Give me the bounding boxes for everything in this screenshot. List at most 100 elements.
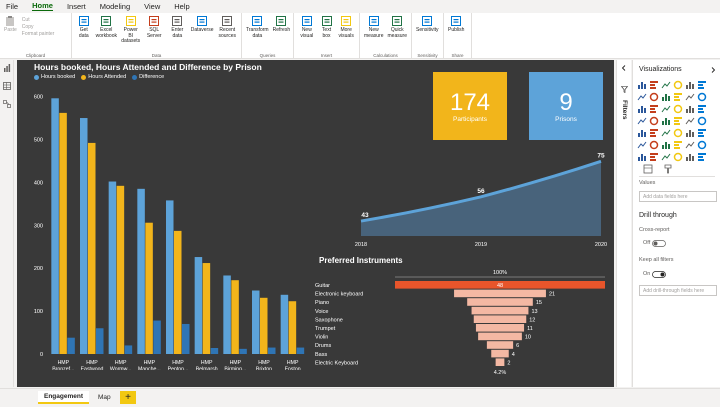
filters-pane[interactable]: Filters: [616, 60, 631, 387]
visual-type-icon[interactable]: [685, 104, 695, 114]
visual-type-icon[interactable]: [697, 128, 707, 138]
menu-file[interactable]: File: [6, 2, 18, 11]
visual-type-icon[interactable]: [649, 152, 659, 162]
menu-modeling[interactable]: Modeling: [100, 2, 130, 11]
bar-hours-attended: [59, 112, 67, 354]
report-view-icon[interactable]: [3, 64, 11, 72]
visual-type-icon[interactable]: [661, 116, 671, 126]
visual-type-icon[interactable]: [661, 104, 671, 114]
visual-type-icon[interactable]: [685, 140, 695, 150]
transform-data-label: Transform data: [246, 27, 269, 39]
visual-type-icon[interactable]: [685, 116, 695, 126]
dataverse-button[interactable]: Dataverse: [189, 15, 216, 50]
visual-type-icon[interactable]: [637, 92, 647, 102]
visual-type-icon[interactable]: [697, 80, 707, 90]
add-page-button[interactable]: +: [120, 391, 136, 404]
tab-map[interactable]: Map: [92, 391, 117, 404]
more-visuals-icon: [341, 16, 352, 26]
refresh-button[interactable]: Refresh: [271, 15, 293, 50]
visual-type-icon[interactable]: [649, 128, 659, 138]
visual-type-icon[interactable]: [697, 152, 707, 162]
menu-help[interactable]: Help: [174, 2, 189, 11]
bar-hours-attended: [145, 222, 153, 354]
visual-type-icon[interactable]: [661, 80, 671, 90]
visual-type-icon[interactable]: [673, 152, 683, 162]
keep-filters-toggle[interactable]: [652, 271, 666, 278]
participants-area-chart[interactable]: 43 2018 56 2019 75 2020: [333, 144, 613, 254]
tab-engagement[interactable]: Engagement: [38, 391, 90, 404]
visual-type-icon[interactable]: [673, 104, 683, 114]
values-drop-zone[interactable]: Add data fields here: [639, 191, 717, 202]
funnel-category-label: Bass: [315, 352, 327, 358]
visual-type-icon[interactable]: [661, 128, 671, 138]
power-bi-datasets-button[interactable]: Power BI datasets: [119, 15, 143, 50]
data-view-icon[interactable]: [3, 82, 11, 90]
visual-type-icon[interactable]: [673, 140, 683, 150]
text-box-button[interactable]: Text box: [318, 15, 336, 50]
format-tab-icon[interactable]: [663, 164, 673, 174]
participants-card[interactable]: 174 Participants: [433, 72, 507, 140]
visual-type-icon[interactable]: [637, 80, 647, 90]
visual-type-icon[interactable]: [685, 80, 695, 90]
transform-data-button[interactable]: Transform data: [244, 15, 271, 50]
sql-server-button[interactable]: SQL Server: [142, 15, 166, 50]
visual-type-icon[interactable]: [673, 80, 683, 90]
chevron-right-icon[interactable]: [710, 67, 716, 73]
get-data-button[interactable]: Get data: [74, 15, 94, 50]
power-bi-datasets-icon: [125, 16, 136, 26]
visual-type-icon[interactable]: [673, 128, 683, 138]
visual-type-icon[interactable]: [637, 128, 647, 138]
new-measure-button[interactable]: New measure: [362, 15, 386, 50]
prisons-card[interactable]: 9 Prisons: [529, 72, 603, 140]
bar-difference: [210, 347, 219, 354]
publish-button[interactable]: Publish: [446, 15, 466, 50]
quick-measure-button[interactable]: Quick measure: [386, 15, 410, 50]
visual-type-icon[interactable]: [649, 140, 659, 150]
visual-type-icon[interactable]: [697, 92, 707, 102]
cross-report-toggle[interactable]: [652, 240, 666, 247]
visual-type-icon[interactable]: [685, 152, 695, 162]
visual-type-icon[interactable]: [637, 140, 647, 150]
drill-through-drop-zone[interactable]: Add drill-through fields here: [639, 285, 717, 296]
visual-type-icon[interactable]: [673, 116, 683, 126]
visual-type-icon[interactable]: [649, 116, 659, 126]
visual-type-icon[interactable]: [649, 80, 659, 90]
y-tick-label: 200: [34, 266, 43, 272]
format-painter-button[interactable]: Format painter: [22, 31, 55, 38]
instruments-funnel-chart[interactable]: 100% Guitar 48 Electronic keyboard 21 Piano 15…: [307, 265, 607, 387]
visual-type-icon[interactable]: [661, 140, 671, 150]
visual-type-icon[interactable]: [637, 116, 647, 126]
visual-type-icon[interactable]: [697, 116, 707, 126]
enter-data-button[interactable]: Enter data: [166, 15, 189, 50]
visual-type-icon[interactable]: [637, 104, 647, 114]
excel-workbook-button[interactable]: Excel workbook: [94, 15, 119, 50]
bar-hours-attended: [116, 185, 125, 354]
area-data-label: 43: [361, 212, 369, 219]
visual-type-icon[interactable]: [661, 152, 671, 162]
cut-button[interactable]: Cut: [22, 17, 55, 24]
paste-button[interactable]: Paste: [2, 15, 19, 50]
visual-type-icon[interactable]: [637, 152, 647, 162]
visual-type-icon[interactable]: [685, 128, 695, 138]
copy-button[interactable]: Copy: [22, 24, 55, 31]
recent-sources-button[interactable]: Recent sources: [216, 15, 240, 50]
chevron-left-icon[interactable]: [621, 65, 627, 71]
x-category-label: Birming...: [224, 367, 246, 371]
model-view-icon[interactable]: [3, 100, 11, 108]
visual-type-icon[interactable]: [649, 104, 659, 114]
new-visual-button[interactable]: New visual: [296, 15, 318, 50]
menu-home[interactable]: Home: [32, 1, 53, 11]
visual-type-icon[interactable]: [649, 92, 659, 102]
clustered-bar-chart[interactable]: 0100200300400500600HMPBronzef...HMPEastw…: [17, 60, 317, 370]
visual-type-icon[interactable]: [673, 92, 683, 102]
more-visuals-button[interactable]: More visuals: [335, 15, 357, 50]
filter-icon: [621, 86, 628, 93]
visual-type-icon[interactable]: [661, 92, 671, 102]
menu-insert[interactable]: Insert: [67, 2, 86, 11]
visual-type-icon[interactable]: [685, 92, 695, 102]
menu-view[interactable]: View: [144, 2, 160, 11]
visual-type-icon[interactable]: [697, 104, 707, 114]
fields-tab-icon[interactable]: [643, 164, 653, 174]
sensitivity-button[interactable]: Sensitivity: [414, 15, 441, 50]
visual-type-icon[interactable]: [697, 140, 707, 150]
